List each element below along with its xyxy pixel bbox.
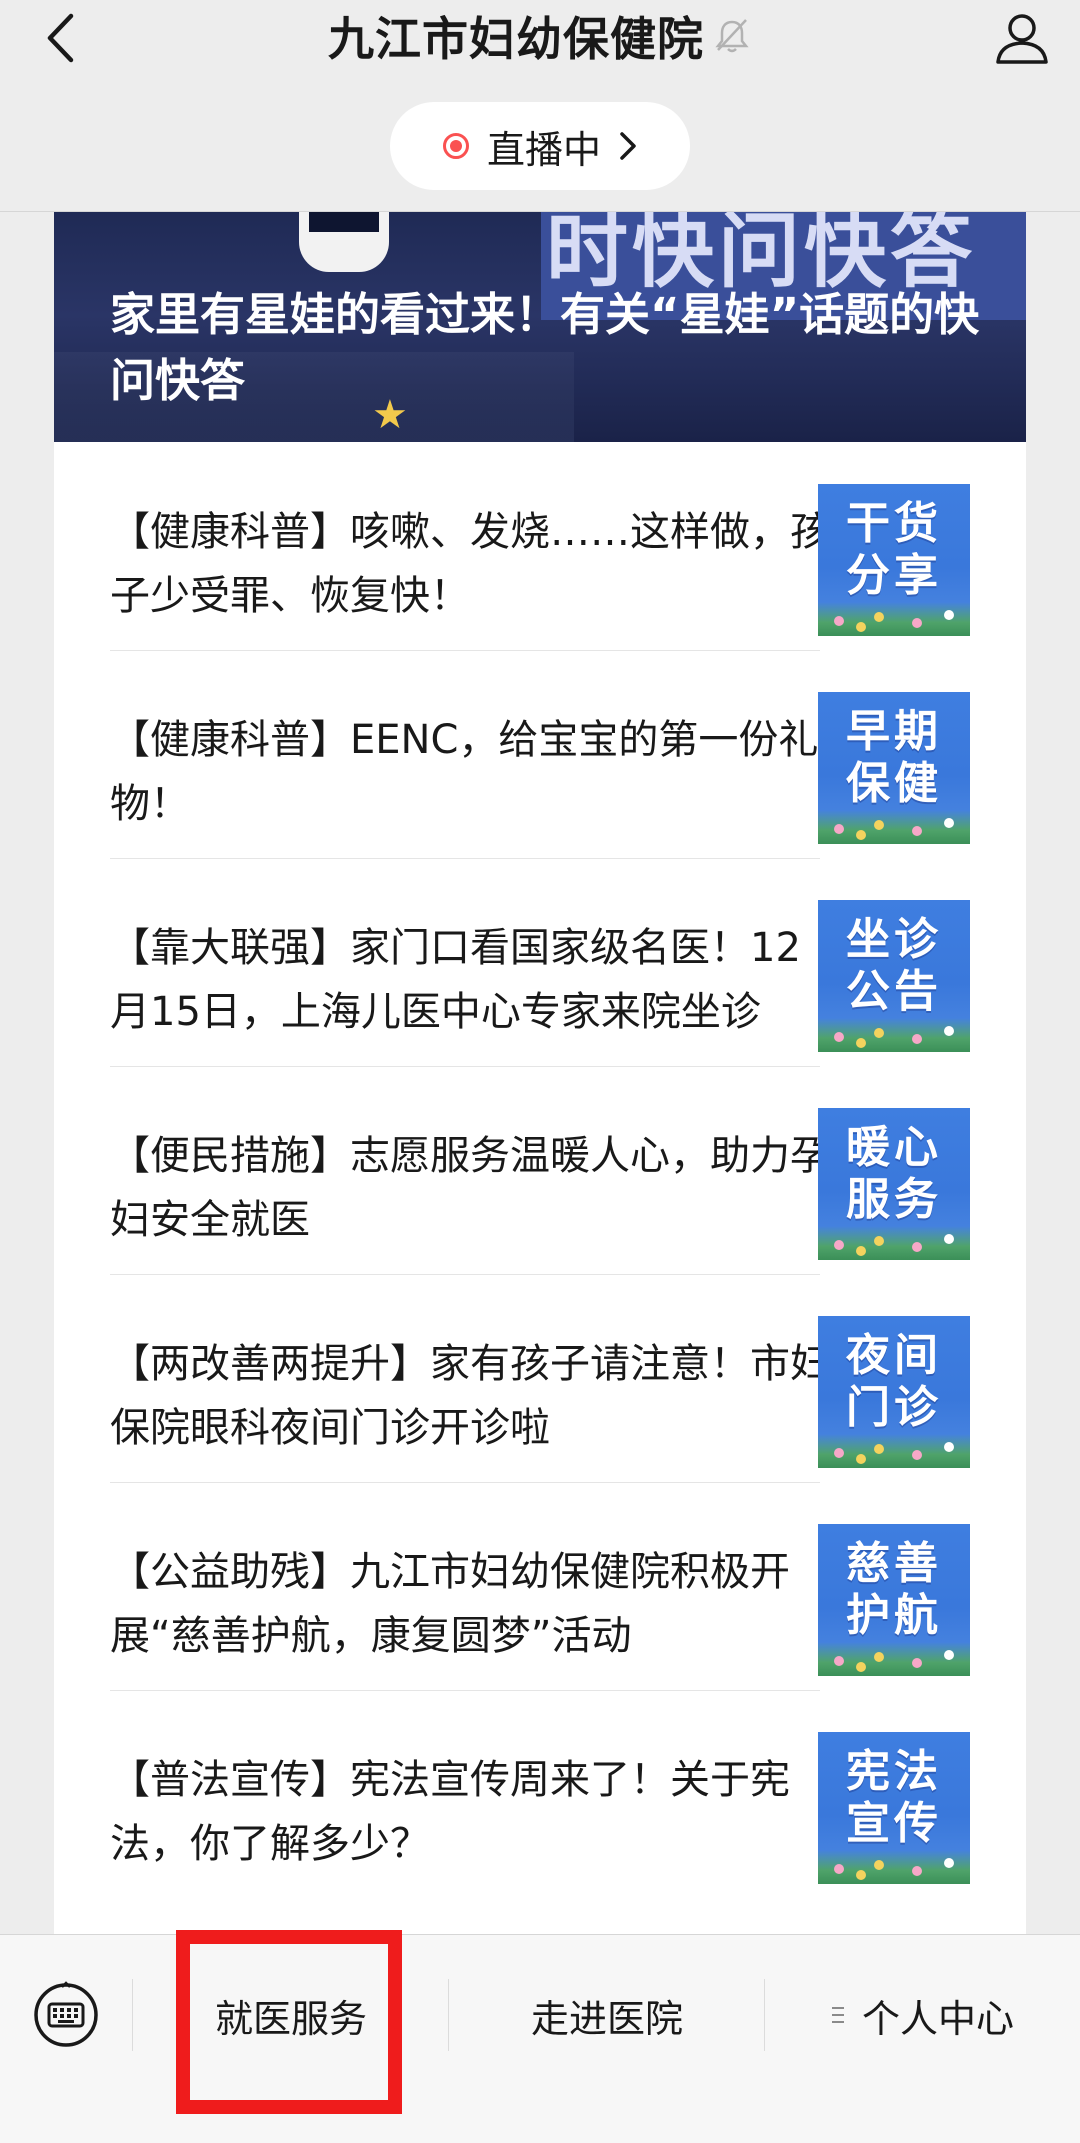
menu-personal-center[interactable]: 个人中心 (766, 1955, 1080, 2075)
thumbnail-flowers (818, 1226, 970, 1260)
thumbnail-text: 慈善 护航 (846, 1538, 942, 1641)
chevron-right-icon (620, 132, 636, 160)
page-title: 九江市妇幼保健院 (328, 12, 704, 66)
article-title: 【靠大联强】家门口看国家级名医！12月15日，上海儿医中心专家来院坐诊 (110, 925, 801, 1035)
thumbnail-flowers (818, 1850, 970, 1884)
keyboard-icon (34, 1981, 98, 2047)
menu-label: 走进医院 (530, 1996, 683, 2041)
submenu-icon (831, 2007, 844, 2023)
menu-medical-service[interactable]: 就医服务 (134, 1955, 448, 2075)
thumbnail-flowers (818, 1434, 970, 1468)
article-title: 【两改善两提升】家有孩子请注意！市妇保院眼科夜间门诊开诊啦 (110, 1341, 830, 1451)
list-item[interactable]: 【普法宣传】宪法宣传周来了！关于宪法，你了解多少？ 宪法 宣传 (110, 1690, 970, 1898)
article-title: 【健康科普】咳嗽、发烧……这样做，孩子少受罪、恢复快！ (110, 509, 830, 619)
banner-title: 家里有星娃的看过来！有关“星娃”话题的快问快答 (110, 288, 980, 407)
bottom-menu-bar: 就医服务 走进医院 个人中心 (0, 1934, 1080, 2143)
keyboard-toggle-button[interactable] (0, 1935, 132, 2095)
article-thumbnail: 慈善 护航 (818, 1524, 970, 1676)
menu-divider (448, 1979, 449, 2051)
menu-divider (764, 1979, 765, 2051)
title-wrap: 九江市妇幼保健院 (0, 0, 1080, 72)
article-list: 【健康科普】咳嗽、发烧……这样做，孩子少受罪、恢复快！ 干货 分享 【健康科普】… (54, 442, 1026, 1898)
article-thumbnail: 宪法 宣传 (818, 1732, 970, 1884)
article-title: 【健康科普】EENC，给宝宝的第一份礼物！ (110, 717, 819, 827)
menu-about-hospital[interactable]: 走进医院 (450, 1955, 764, 2075)
live-label: 直播中 (486, 127, 601, 172)
thumbnail-text: 坐诊 公告 (846, 914, 942, 1017)
thumbnail-flowers (818, 1642, 970, 1676)
article-thumbnail: 早期 保健 (818, 692, 970, 844)
article-title: 【便民措施】志愿服务温暖人心，助力孕妇安全就医 (110, 1133, 830, 1243)
article-thumbnail: 暖心 服务 (818, 1108, 970, 1260)
bell-muted-icon (712, 16, 752, 56)
person-icon (996, 14, 1048, 64)
list-item[interactable]: 【公益助残】九江市妇幼保健院积极开展“慈善护航，康复圆梦”活动 慈善 护航 (110, 1482, 970, 1690)
thumbnail-flowers (818, 1018, 970, 1052)
banner-article[interactable]: 时快问快答 ★ 家里有星娃的看过来！有关“星娃”话题的快问快答 (54, 212, 1026, 442)
page: 九江市妇幼保健院 直播中 时快问快答 ★ 家里有星娃的看过来！有关“星娃”话题的… (0, 0, 1080, 2143)
profile-button[interactable] (990, 6, 1054, 70)
live-button[interactable]: 直播中 (390, 102, 690, 190)
article-thumbnail: 坐诊 公告 (818, 900, 970, 1052)
article-card: 时快问快答 ★ 家里有星娃的看过来！有关“星娃”话题的快问快答 【健康科普】咳嗽… (54, 212, 1026, 1934)
list-item[interactable]: 【两改善两提升】家有孩子请注意！市妇保院眼科夜间门诊开诊啦 夜间 门诊 (110, 1274, 970, 1482)
article-title: 【普法宣传】宪法宣传周来了！关于宪法，你了解多少？ (110, 1757, 790, 1867)
live-dot-icon (442, 133, 469, 159)
banner-girl-hair (309, 212, 379, 232)
top-bar: 九江市妇幼保健院 直播中 (0, 0, 1080, 212)
menu-divider (132, 1979, 133, 2051)
thumbnail-text: 早期 保健 (846, 706, 942, 809)
list-item[interactable]: 【健康科普】EENC，给宝宝的第一份礼物！ 早期 保健 (110, 650, 970, 858)
thumbnail-text: 暖心 服务 (846, 1122, 942, 1225)
menu-label: 个人中心 (861, 1996, 1014, 2041)
thumbnail-text: 干货 分享 (846, 498, 942, 601)
thumbnail-flowers (818, 602, 970, 636)
list-item[interactable]: 【便民措施】志愿服务温暖人心，助力孕妇安全就医 暖心 服务 (110, 1066, 970, 1274)
list-item[interactable]: 【健康科普】咳嗽、发烧……这样做，孩子少受罪、恢复快！ 干货 分享 (110, 442, 970, 650)
thumbnail-text: 夜间 门诊 (846, 1330, 942, 1433)
list-item[interactable]: 【靠大联强】家门口看国家级名医！12月15日，上海儿医中心专家来院坐诊 坐诊 公… (110, 858, 970, 1066)
thumbnail-text: 宪法 宣传 (846, 1746, 942, 1849)
article-title: 【公益助残】九江市妇幼保健院积极开展“慈善护航，康复圆梦”活动 (110, 1549, 790, 1659)
thumbnail-flowers (818, 810, 970, 844)
article-thumbnail: 干货 分享 (818, 484, 970, 636)
article-thumbnail: 夜间 门诊 (818, 1316, 970, 1468)
menu-label: 就医服务 (214, 1996, 367, 2041)
